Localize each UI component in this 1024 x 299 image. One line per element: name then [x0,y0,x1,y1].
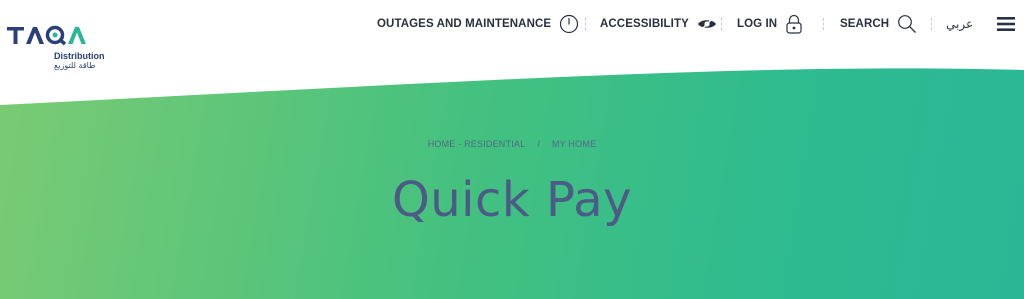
nav-search-label: SEARCH [840,18,890,30]
eye-icon [697,17,716,31]
nav-accessibility-container: ACCESSIBILITY [600,12,717,36]
nav-language-container: عربي [946,12,973,36]
language-toggle[interactable]: عربي [946,17,973,31]
breadcrumb-home[interactable]: HOME - RESIDENTIAL [428,139,526,149]
taqa-wordmark-icon [7,25,86,46]
breadcrumb-separator: / [537,139,541,149]
menu-container [997,12,1015,36]
nav-outages-label: OUTAGES AND MAINTENANCE [377,18,552,30]
page-title: Quick Pay [391,172,633,228]
nav-search[interactable]: SEARCH [840,14,917,34]
lock-icon [786,14,802,34]
logo-subtitle-arabic: طاقة للتوزيع [54,61,96,70]
nav-outages-maintenance[interactable]: OUTAGES AND MAINTENANCE [377,14,579,34]
nav-divider [721,18,722,30]
nav-accessibility[interactable]: ACCESSIBILITY [600,17,717,31]
nav-search-container: SEARCH [840,12,917,36]
hamburger-menu-icon[interactable] [997,16,1015,32]
nav-login-label: LOG IN [737,18,778,30]
nav-divider [931,18,932,30]
taqa-logo[interactable]: Distribution طاقة للتوزيع [6,22,110,78]
nav-accessibility-label: ACCESSIBILITY [600,18,689,30]
power-icon [560,14,579,34]
breadcrumb-current[interactable]: MY HOME [552,139,596,149]
nav-outages-container: OUTAGES AND MAINTENANCE [377,12,579,36]
nav-login-container: LOG IN [737,12,803,36]
nav-divider [585,18,586,30]
nav-login[interactable]: LOG IN [737,14,803,34]
nav-divider [823,18,824,30]
search-icon [898,15,917,33]
breadcrumb: HOME - RESIDENTIAL / MY HOME [0,139,1024,149]
logo-subtitle: Distribution [54,51,105,61]
language-label: عربي [946,17,974,31]
